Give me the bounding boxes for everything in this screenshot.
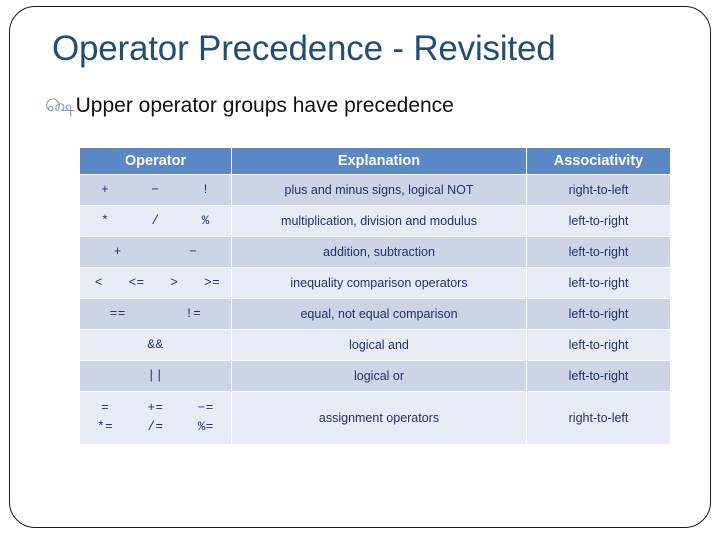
cell-operators: = += −= *= /= %= — [79, 391, 232, 445]
operator-symbol-line: * /% — [80, 212, 231, 231]
operator-symbol: − — [151, 182, 160, 197]
cell-operators: < <= > >= — [79, 267, 232, 299]
page-title: Operator Precedence - Revisited — [52, 29, 556, 68]
ornament-bullet-icon: ௸ — [45, 94, 75, 116]
table-row: + − addition, subtraction left-to-right — [79, 236, 671, 268]
operator-symbol: || — [147, 368, 164, 383]
operator-symbol: %= — [197, 420, 214, 434]
operator-symbol: / — [151, 213, 160, 228]
cell-operators: && — [79, 329, 232, 361]
operator-symbol: + — [101, 182, 110, 197]
operator-symbol: − — [189, 244, 198, 259]
operator-symbol: /= — [147, 420, 164, 434]
cell-operators: == != — [79, 298, 232, 330]
operator-symbol: < — [94, 275, 103, 290]
table-row: < <= > >= inequality comparison operators lef… — [79, 267, 671, 299]
cell-explanation: inequality comparison operators — [231, 267, 527, 299]
cell-associativity: right-to-left — [526, 174, 671, 206]
operator-symbol: += — [147, 401, 164, 415]
cell-operators: || — [79, 360, 232, 392]
column-header-explanation: Explanation — [231, 147, 527, 175]
cell-associativity: left-to-right — [526, 329, 671, 361]
table-row: + −! plus and minus signs, logical NOT righ… — [79, 174, 671, 206]
column-header-associativity: Associativity — [526, 147, 671, 175]
cell-explanation: logical and — [231, 329, 527, 361]
cell-explanation: addition, subtraction — [231, 236, 527, 268]
table-row: == != equal, not equal comparison left-to-r… — [79, 298, 671, 330]
table-row: * /% multiplication, division and modulus l… — [79, 205, 671, 237]
operator-symbol-line: *= /= %= — [80, 418, 231, 437]
cell-associativity: left-to-right — [526, 267, 671, 299]
operator-symbol: *= — [97, 420, 114, 434]
cell-operators: + − — [79, 236, 232, 268]
operator-symbol: * — [101, 213, 110, 228]
table-row: && logical and left-to-right — [79, 329, 671, 361]
operator-symbol: % — [201, 213, 210, 228]
operator-symbol-line: == != — [80, 305, 231, 324]
operator-precedence-table: Operator Explanation Associativity + −! pl… — [79, 147, 671, 445]
operator-symbol: = — [101, 401, 110, 415]
cell-associativity: right-to-left — [526, 391, 671, 445]
cell-associativity: left-to-right — [526, 298, 671, 330]
precedence-table-wrap: Operator Explanation Associativity + −! pl… — [79, 147, 671, 445]
cell-explanation: multiplication, division and modulus — [231, 205, 527, 237]
bullet-line: ௸ Upper operator groups have precedence — [45, 93, 454, 119]
operator-symbol: <= — [128, 275, 145, 290]
operator-symbol: ! — [201, 182, 210, 197]
slide: Operator Precedence - Revisited ௸ Upper … — [0, 0, 720, 540]
cell-associativity: left-to-right — [526, 360, 671, 392]
operator-symbol-line: < <= > >= — [80, 274, 231, 293]
operator-symbol-line: + − — [80, 243, 231, 262]
table-row: || logical or left-to-right — [79, 360, 671, 392]
cell-explanation: assignment operators — [231, 391, 527, 445]
operator-symbol: + — [113, 244, 122, 259]
cell-explanation: logical or — [231, 360, 527, 392]
operator-symbol: −= — [197, 401, 214, 415]
cell-associativity: left-to-right — [526, 236, 671, 268]
operator-symbol-line: = += −= — [80, 399, 231, 418]
column-header-operator: Operator — [79, 147, 232, 175]
table-body: + −! plus and minus signs, logical NOT righ… — [79, 174, 671, 445]
operator-symbol: != — [185, 306, 202, 321]
operator-symbol-line: + −! — [80, 181, 231, 200]
cell-operators: + −! — [79, 174, 232, 206]
operator-symbol-line: && — [80, 336, 231, 355]
table-header-row: Operator Explanation Associativity — [79, 147, 671, 175]
operator-symbol: > — [170, 275, 179, 290]
operator-symbol: == — [109, 306, 126, 321]
cell-associativity: left-to-right — [526, 205, 671, 237]
cell-operators: * /% — [79, 205, 232, 237]
cell-explanation: equal, not equal comparison — [231, 298, 527, 330]
table-row: = += −= *= /= %= assignment operators right-to-… — [79, 391, 671, 445]
operator-symbol: && — [147, 337, 164, 352]
cell-explanation: plus and minus signs, logical NOT — [231, 174, 527, 206]
operator-symbol: >= — [204, 275, 221, 290]
bullet-text: Upper operator groups have precedence — [75, 94, 454, 117]
operator-symbol-line: || — [80, 367, 231, 386]
